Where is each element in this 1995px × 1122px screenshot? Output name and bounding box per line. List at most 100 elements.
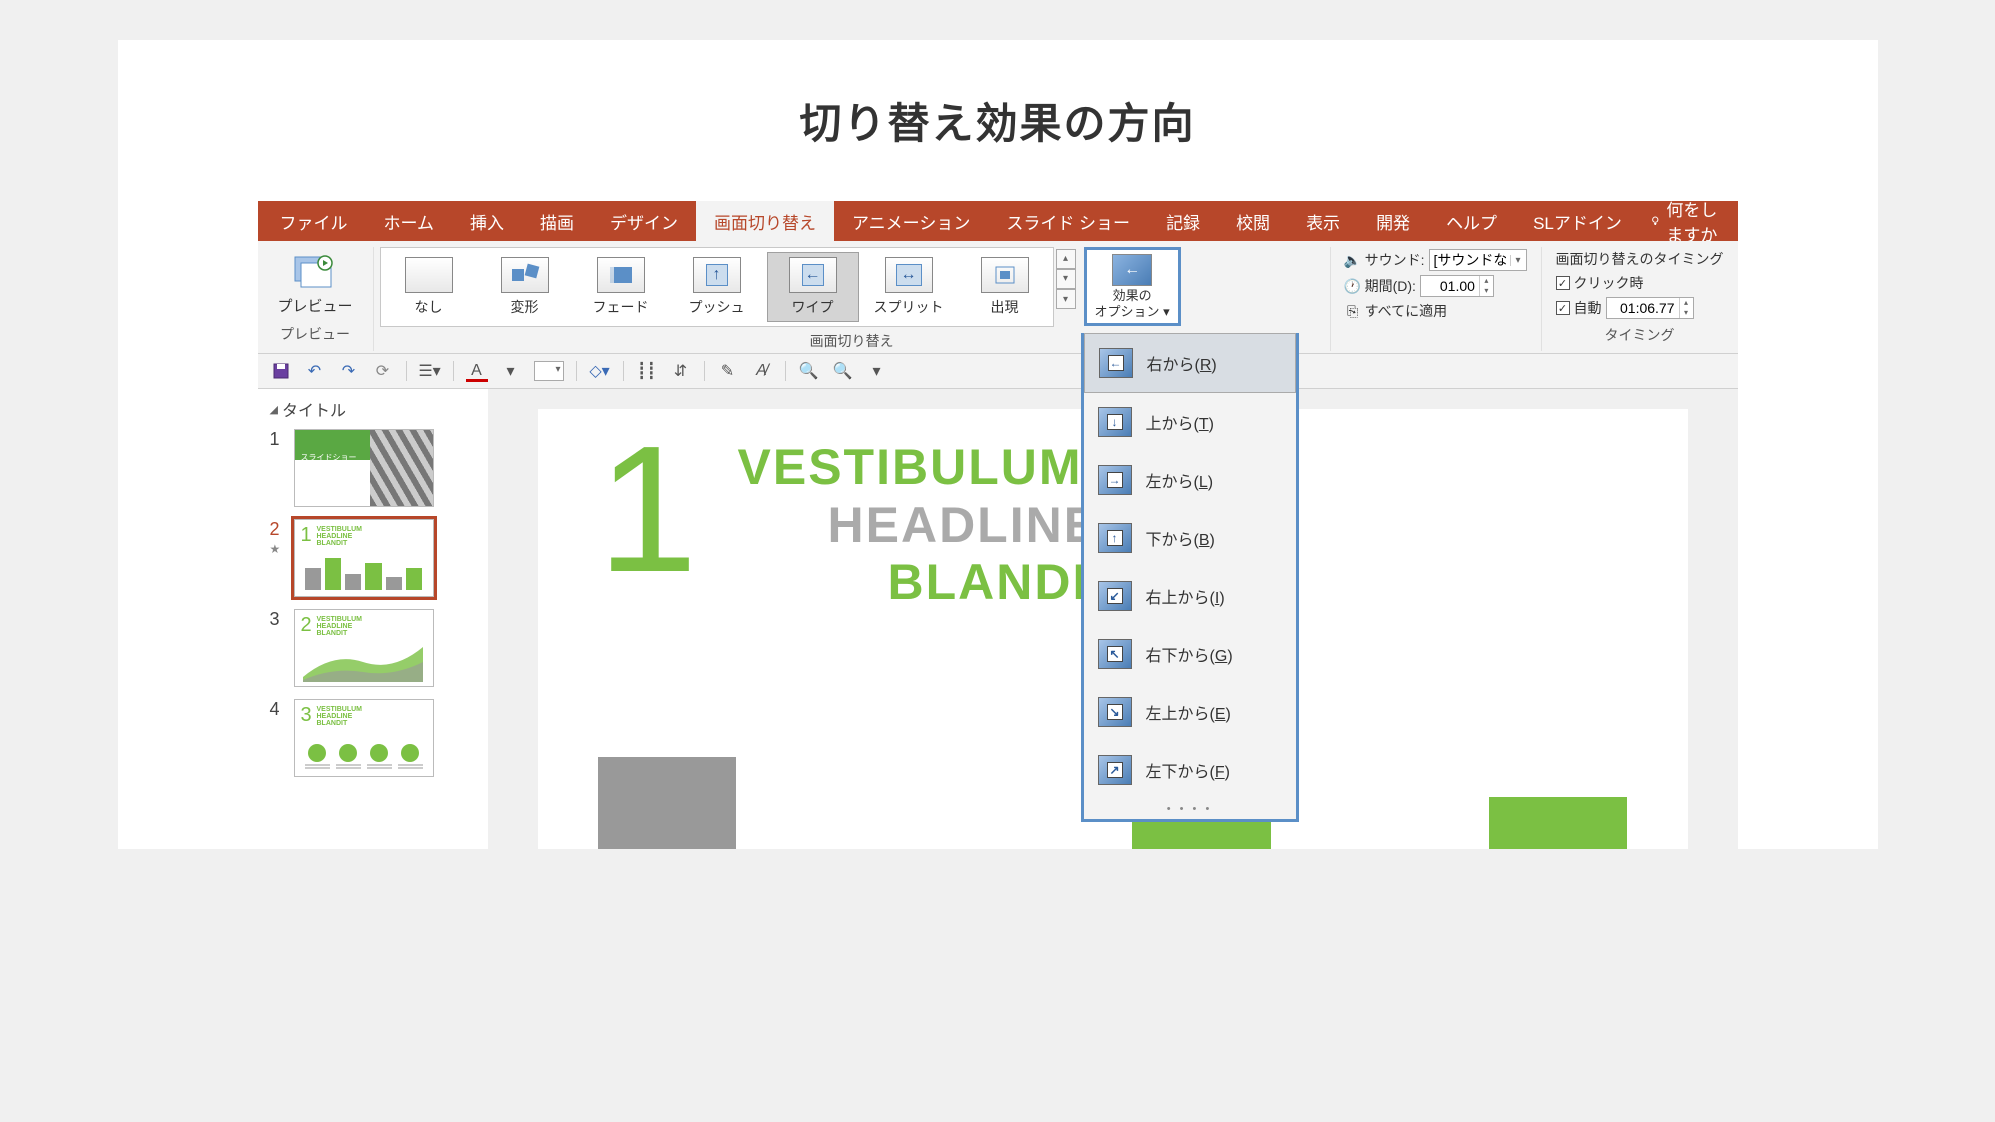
direction-option[interactable]: ↙ 右上から(I) [1084,567,1296,625]
outline-header[interactable]: タイトル [270,397,475,421]
repeat-button[interactable]: ⟳ [372,360,394,382]
thumb-number: 2 [270,519,286,540]
tell-me-search[interactable]: 何をしますか [1650,196,1734,246]
animation-star-icon: ★ [270,542,286,556]
transition-label: 変形 [511,297,539,317]
tab-draw[interactable]: 描画 [522,201,592,241]
effect-options-label: 効果の オプション ▾ [1095,288,1170,319]
clear-format-button[interactable]: A̸ [751,360,773,382]
align-button[interactable]: ┋┋ [636,360,658,382]
quick-access-toolbar: ↶ ↷ ⟳ ☰▾ A ▾ ◇▾ ┋┋ ⇵ ✎ A̸ 🔍 🔍 ▾ [258,354,1738,389]
undo-button[interactable]: ↶ [304,360,326,382]
slide-thumb-1[interactable]: スライドショー タイトル [294,429,434,507]
tab-transitions[interactable]: 画面切り替え [696,201,834,241]
tab-insert[interactable]: 挿入 [452,201,522,241]
ribbon-tabs: ファイル ホーム 挿入 描画 デザイン 画面切り替え アニメーション スライド … [258,201,1738,241]
auto-spin-up[interactable]: ▴ [1680,298,1693,308]
qat-more-button[interactable]: ▾ [866,360,888,382]
spin-up[interactable]: ▴ [1480,276,1493,286]
direction-option[interactable]: ↑下から(B) [1084,509,1296,567]
transition-split[interactable]: ↔スプリット [863,252,955,322]
effect-options-dropdown: ←右から(R)↓上から(T)→左から(L)↑下から(B) ↙ 右上から(I) ↖右下か… [1081,333,1299,822]
auto-spinner[interactable]: ▴▾ [1606,297,1694,319]
direction-option[interactable]: ↓上から(T) [1084,393,1296,451]
font-color-button[interactable]: A [466,360,488,382]
onclick-checkbox[interactable]: ✓ [1556,276,1570,290]
auto-checkbox[interactable]: ✓ [1556,301,1570,315]
tab-slideshow[interactable]: スライド ショー [988,201,1148,241]
zoom-in-button[interactable]: 🔍 [798,360,820,382]
sound-icon: 🔈 [1345,252,1361,268]
direction-option[interactable]: ↖右下から(G) [1084,625,1296,683]
tab-view[interactable]: 表示 [1288,201,1358,241]
direction-icon: ↗ [1098,755,1132,785]
tab-file[interactable]: ファイル [262,201,366,241]
bullets-button[interactable]: ☰▾ [419,360,441,382]
shapes-button[interactable]: ◇▾ [589,360,611,382]
arrange-button[interactable]: ⇵ [670,360,692,382]
transition-push[interactable]: ↑プッシュ [671,252,763,322]
sound-value[interactable] [1430,252,1510,268]
gallery-more-button[interactable]: ▴▾▾ [1056,247,1076,311]
transition-appear[interactable]: 出現 [959,252,1051,322]
group-timing-left: 🔈 サウンド: ▾ 🕐 期間(D): [1331,247,1542,351]
slide-thumb-4[interactable]: 3 VESTIBULUMHEADLINEBLANDIT [294,699,434,777]
transition-morph[interactable]: 変形 [479,252,571,322]
fill-color-button[interactable] [534,361,564,381]
direction-option[interactable]: ↘左上から(E) [1084,683,1296,741]
duration-value[interactable] [1421,276,1479,296]
font-color-arrow[interactable]: ▾ [500,360,522,382]
direction-icon: ← [1099,348,1133,378]
direction-option[interactable]: ←右から(R) [1084,333,1296,393]
direction-option[interactable]: →左から(L) [1084,451,1296,509]
transition-thumb-icon [405,257,453,293]
transition-gallery: なし変形 フェード↑プッシュ ← ワイプ ↔スプリット出現 [380,247,1054,327]
group-preview-label: プレビュー [280,324,350,344]
direction-label: 上から(T) [1146,410,1214,434]
thumb-number: 4 [270,699,286,720]
tab-home[interactable]: ホーム [366,201,453,241]
transition-thumb-icon: ↔ [885,257,933,293]
sound-combo[interactable]: ▾ [1429,249,1527,271]
save-button[interactable] [270,360,292,382]
transition-none[interactable]: なし [383,252,475,322]
transition-thumb-icon: ← [789,257,837,293]
tab-design[interactable]: デザイン [592,201,696,241]
duration-spinner[interactable]: ▴▾ [1420,275,1494,297]
tab-record[interactable]: 記録 [1148,201,1218,241]
slide-thumb-3[interactable]: 2 VESTIBULUMHEADLINEBLANDIT [294,609,434,687]
dropdown-more[interactable]: • • • • [1084,799,1296,819]
direction-label: 右上から(I) [1146,584,1225,608]
tab-review[interactable]: 校閲 [1218,201,1288,241]
direction-option[interactable]: ↗左下から(F) [1084,741,1296,799]
group-transitions: なし変形 フェード↑プッシュ ← ワイプ ↔スプリット出現 ▴▾▾ ← 効果の オプショ… [374,247,1331,351]
tab-help[interactable]: ヘルプ [1428,201,1515,241]
onclick-label: クリック時 [1574,273,1644,293]
transition-thumb-icon [981,257,1029,293]
tab-animations[interactable]: アニメーション [834,201,988,241]
tab-sladdin[interactable]: SLアドイン [1515,201,1640,241]
auto-value[interactable] [1607,298,1679,318]
direction-label: 左から(L) [1146,468,1214,492]
direction-icon: ↖ [1098,639,1132,669]
direction-icon: ↙ [1098,581,1132,611]
slide-thumb-2[interactable]: 1 VESTIBULUMHEADLINEBLANDIT [294,519,434,597]
auto-spin-down[interactable]: ▾ [1680,308,1693,318]
spin-down[interactable]: ▾ [1480,286,1493,296]
slide-headlines: VESTIBULUM HEADLINE BLANDIT [738,439,1121,612]
preview-button[interactable]: プレビュー [264,247,367,320]
transition-label: プッシュ [689,297,745,317]
redo-button[interactable]: ↷ [338,360,360,382]
sound-dropdown-arrow[interactable]: ▾ [1510,255,1526,266]
transition-thumb-icon [501,257,549,293]
tab-developer[interactable]: 開発 [1358,201,1428,241]
transition-label: ワイプ [792,297,834,317]
group-timing-left-label [1434,327,1438,343]
apply-all-button[interactable]: ⎘ すべてに適用 [1345,301,1527,321]
effect-options-button[interactable]: ← 効果の オプション ▾ [1084,247,1181,326]
transition-fade[interactable]: フェード [575,252,667,322]
transition-wipe[interactable]: ← ワイプ [767,252,859,322]
zoom-out-button[interactable]: 🔍 [832,360,854,382]
ink-button[interactable]: ✎ [717,360,739,382]
thumb-number: 3 [270,609,286,630]
